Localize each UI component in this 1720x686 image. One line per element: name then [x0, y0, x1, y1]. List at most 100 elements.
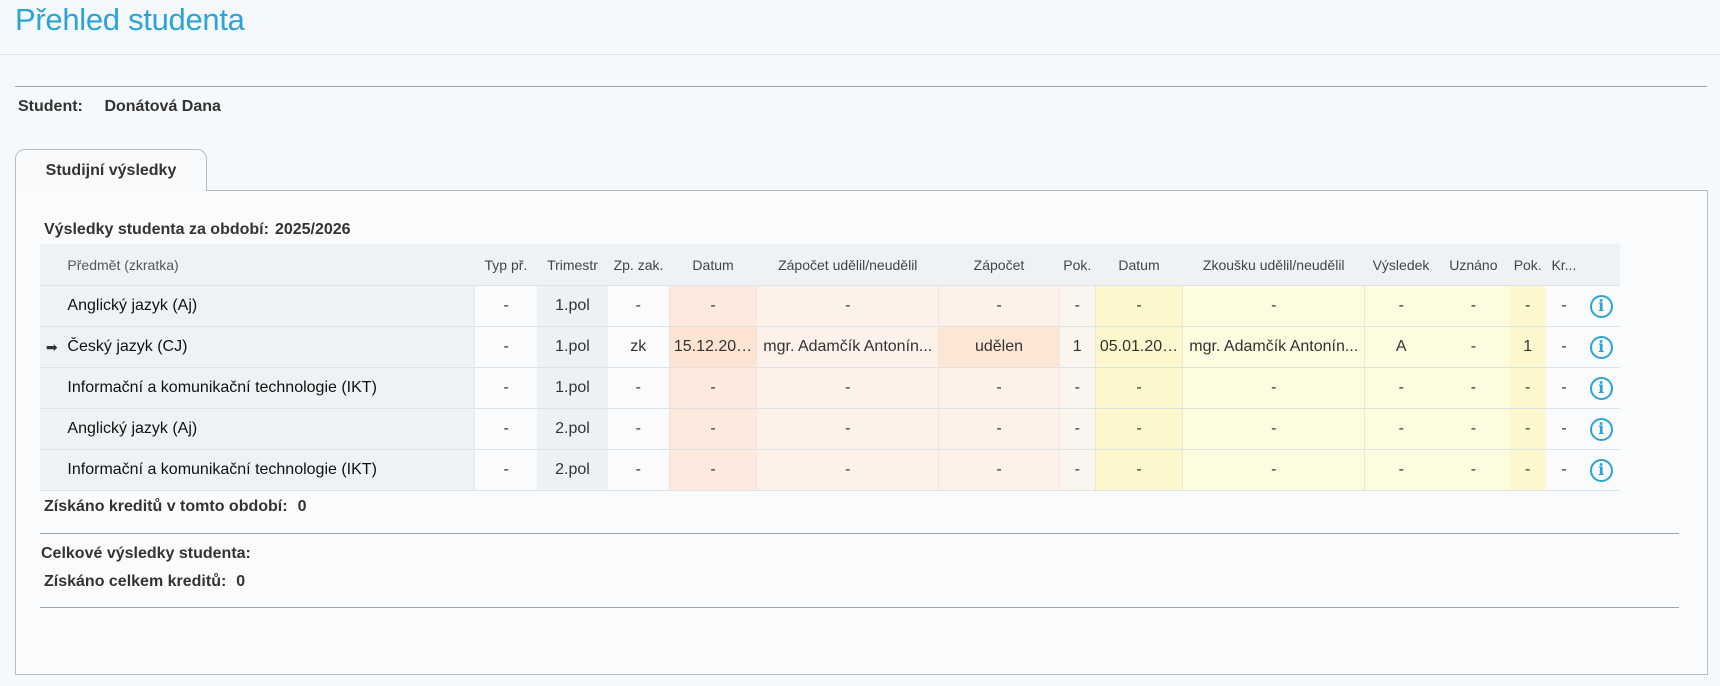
exam-examiner-cell: - — [1182, 285, 1365, 327]
title-divider — [0, 54, 1720, 55]
result-cell: - — [1364, 449, 1438, 491]
credit-date-cell: - — [668, 285, 757, 327]
type-cell: - — [474, 326, 538, 368]
info-cell: i — [1582, 449, 1621, 491]
info-cell: i — [1582, 285, 1621, 327]
credit-date-cell: - — [668, 367, 757, 409]
exam-date-cell: - — [1094, 449, 1183, 491]
trimester-cell: 1.pol — [537, 367, 608, 409]
exam-examiner-cell: - — [1182, 408, 1365, 450]
credit-examiner-cell: - — [756, 408, 939, 450]
col-type[interactable]: Typ př. — [474, 244, 538, 286]
credits-cell: - — [1545, 367, 1582, 409]
spacer-cell — [1620, 285, 1679, 327]
credits-cell: - — [1545, 326, 1582, 368]
credit-examiner-cell: - — [756, 285, 939, 327]
col-exam-date[interactable]: Datum — [1095, 244, 1183, 286]
result-cell: - — [1364, 408, 1438, 450]
col-pointer — [40, 244, 64, 286]
credit-cell: - — [938, 408, 1060, 450]
credit-cell: udělen — [938, 326, 1060, 368]
trimester-cell: 2.pol — [537, 449, 608, 491]
exam-attempt-cell: - — [1509, 285, 1546, 327]
spacer-cell — [1620, 449, 1679, 491]
completion-cell: zk — [607, 326, 670, 368]
info-circle-icon[interactable]: i — [1589, 417, 1613, 441]
total-credits-value: 0 — [236, 573, 246, 590]
col-exam-attempt[interactable]: Pok. — [1509, 244, 1546, 286]
info-circle-icon[interactable]: i — [1589, 335, 1613, 359]
results-section-title: Výsledky studenta za období: 2025/2026 — [44, 221, 351, 239]
exam-examiner-cell: mgr. Adamčík Antonín... — [1182, 326, 1365, 368]
col-credit[interactable]: Zápočet — [938, 244, 1060, 286]
info-cell: i — [1582, 367, 1621, 409]
credit-cell: - — [938, 449, 1060, 491]
credit-examiner-cell: mgr. Adamčík Antonín... — [756, 326, 939, 368]
subject-cell: Anglický jazyk (Aj) — [63, 408, 475, 450]
info-circle-icon[interactable]: i — [1589, 294, 1613, 318]
result-cell: - — [1364, 367, 1438, 409]
table-row[interactable]: Informační a komunikační technologie (IK… — [40, 449, 1679, 491]
credit-examiner-cell: - — [756, 449, 939, 491]
info-cell: i — [1582, 408, 1621, 450]
col-recognized[interactable]: Uznáno — [1437, 244, 1510, 286]
col-completion[interactable]: Zp. zak. — [607, 244, 670, 286]
col-info — [1582, 244, 1621, 286]
col-trimester[interactable]: Trimestr — [537, 244, 608, 286]
completion-cell: - — [607, 449, 670, 491]
total-credits: Získáno celkem kreditů: 0 — [44, 573, 245, 591]
exam-attempt-cell: - — [1509, 449, 1546, 491]
spacer-cell — [1620, 408, 1679, 450]
results-period: 2025/2026 — [274, 221, 351, 238]
row-pointer-cell — [40, 285, 64, 327]
info-circle-icon[interactable]: i — [1589, 376, 1613, 400]
table-row[interactable]: Anglický jazyk (Aj) - 1.pol - - - - - - … — [40, 285, 1679, 327]
tab-study-results[interactable]: Studijní výsledky — [15, 149, 207, 191]
col-credit-date[interactable]: Datum — [669, 244, 757, 286]
trimester-cell: 2.pol — [537, 408, 608, 450]
col-credit-attempt[interactable]: Pok. — [1059, 244, 1096, 286]
info-circle-icon[interactable]: i — [1589, 458, 1613, 482]
credit-attempt-cell: - — [1058, 285, 1096, 327]
credit-attempt-cell: - — [1058, 408, 1096, 450]
trimester-cell: 1.pol — [537, 326, 608, 368]
spacer-cell — [1620, 367, 1679, 409]
credits-cell: - — [1545, 285, 1582, 327]
arrow-right-icon: ➡ — [40, 326, 64, 368]
completion-cell: - — [607, 285, 670, 327]
subject-cell: Anglický jazyk (Aj) — [63, 285, 475, 327]
row-pointer-cell — [40, 449, 64, 491]
credit-examiner-cell: - — [756, 367, 939, 409]
header-divider — [15, 86, 1707, 87]
subject-cell: Informační a komunikační technologie (IK… — [63, 367, 475, 409]
credit-date-cell: - — [668, 449, 757, 491]
col-credits[interactable]: Kr... — [1545, 244, 1582, 286]
table-row[interactable]: ➡ Český jazyk (CJ) - 1.pol zk 15.12.2025… — [40, 326, 1679, 368]
student-label: Student: — [18, 98, 83, 115]
exam-date-cell: - — [1094, 285, 1183, 327]
col-subject[interactable]: Předmět (zkratka) — [63, 244, 475, 286]
type-cell: - — [474, 367, 538, 409]
recognized-cell: - — [1437, 326, 1510, 368]
row-pointer-cell — [40, 408, 64, 450]
trimester-cell: 1.pol — [537, 285, 608, 327]
credit-date-cell: 15.12.2025 — [668, 326, 757, 368]
exam-date-cell: 05.01.2026 — [1094, 326, 1183, 368]
table-row[interactable]: Informační a komunikační technologie (IK… — [40, 367, 1679, 409]
credit-attempt-cell: - — [1058, 449, 1096, 491]
col-exam-examiner[interactable]: Zkoušku udělil/neudělil — [1182, 244, 1365, 286]
col-result[interactable]: Výsledek — [1364, 244, 1438, 286]
table-row[interactable]: Anglický jazyk (Aj) - 2.pol - - - - - - … — [40, 408, 1679, 450]
credit-date-cell: - — [668, 408, 757, 450]
credits-cell: - — [1545, 449, 1582, 491]
results-title-label: Výsledky studenta za období: — [44, 221, 269, 238]
exam-examiner-cell: - — [1182, 449, 1365, 491]
exam-attempt-cell: - — [1509, 367, 1546, 409]
spacer-cell — [1620, 326, 1679, 368]
divider — [40, 533, 1679, 534]
recognized-cell: - — [1437, 285, 1510, 327]
col-credit-examiner[interactable]: Zápočet udělil/neudělil — [756, 244, 939, 286]
type-cell: - — [474, 285, 538, 327]
info-cell: i — [1582, 326, 1621, 368]
completion-cell: - — [607, 367, 670, 409]
